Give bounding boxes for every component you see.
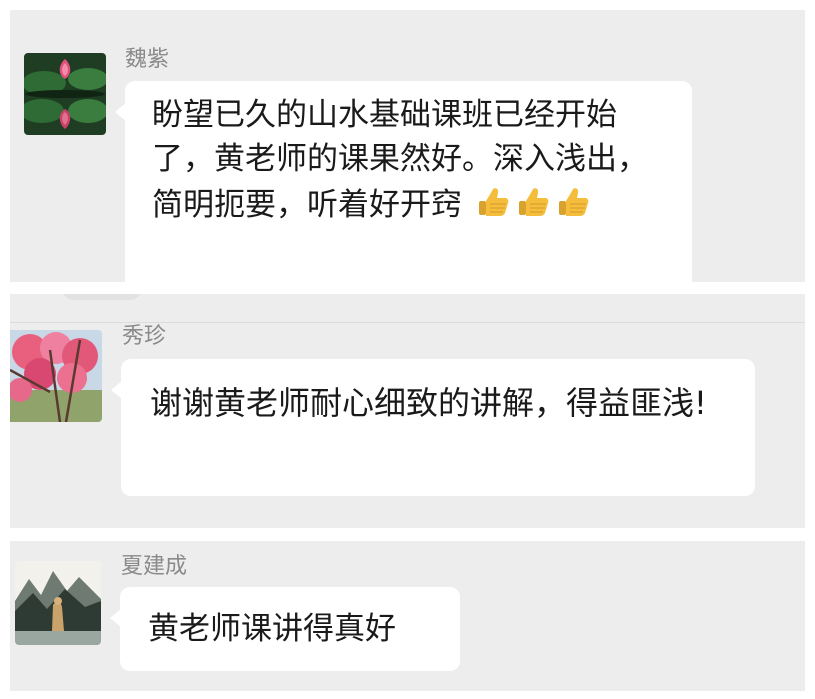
- ink-landscape-painting-avatar-icon: [15, 561, 101, 645]
- avatar-lotus[interactable]: [24, 53, 106, 135]
- thumbs-up-icon: [512, 181, 552, 221]
- lotus-flower-avatar-icon: [24, 53, 106, 135]
- chat-panel-1: 魏紫 盼望已久的山水基础课班已经开始了，黄老师的课果然好。深入浅出，简明扼要，听…: [10, 10, 805, 282]
- message-bubble[interactable]: 盼望已久的山水基础课班已经开始了，黄老师的课果然好。深入浅出，简明扼要，听着好开…: [115, 81, 692, 282]
- message-bubble[interactable]: 谢谢黄老师耐心细致的讲解，得益匪浅!: [111, 359, 755, 496]
- message-text: 盼望已久的山水基础课班已经开始了，黄老师的课果然好。深入浅出，简明扼要，听着好开…: [152, 93, 672, 227]
- message-text: 谢谢黄老师耐心细致的讲解，得益匪浅!: [150, 384, 707, 422]
- message-text: 黄老师课讲得真好: [148, 611, 396, 647]
- thumbs-up-icon: [552, 181, 592, 221]
- divider: [10, 322, 805, 323]
- chat-panel-2: 秀珍 谢谢黄老师耐心细致的讲解，得益匪浅!: [10, 294, 805, 528]
- avatar-ink-painting[interactable]: [15, 561, 101, 645]
- sender-name: 魏紫: [125, 47, 170, 72]
- thumbs-up-icon: [472, 181, 512, 221]
- pink-blossom-tree-avatar-icon: [10, 330, 102, 422]
- message-bubble[interactable]: 黄老师课讲得真好: [110, 587, 460, 671]
- sender-name: 夏建成: [121, 554, 188, 579]
- avatar-blossom[interactable]: [10, 330, 102, 422]
- sender-name: 秀珍: [122, 324, 167, 349]
- chat-panel-3: 夏建成 黄老师课讲得真好: [10, 541, 805, 691]
- partial-bubble: [62, 294, 142, 300]
